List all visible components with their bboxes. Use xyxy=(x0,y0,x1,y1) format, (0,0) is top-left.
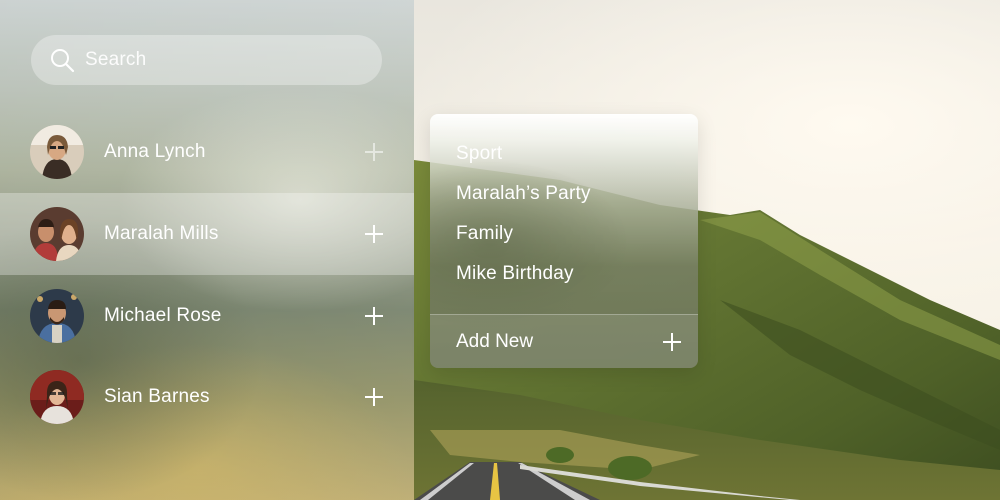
search-icon xyxy=(51,49,75,73)
contact-row-anna-lynch[interactable]: Anna Lynch xyxy=(0,111,414,193)
contact-row-maralah-mills[interactable]: Maralah Mills xyxy=(0,193,414,275)
menu-item-mike-birthday[interactable]: Mike Birthday xyxy=(430,254,698,294)
add-new-label: Add New xyxy=(456,330,534,352)
menu-item-family[interactable]: Family xyxy=(430,214,698,254)
plus-icon[interactable] xyxy=(364,306,384,326)
group-dropdown-menu: Sport Maralah’s Party Family Mike Birthd… xyxy=(430,114,698,368)
plus-icon[interactable] xyxy=(364,142,384,162)
search-bar[interactable]: Search xyxy=(31,35,382,85)
contact-name: Sian Barnes xyxy=(104,386,210,407)
search-input[interactable]: Search xyxy=(85,49,146,71)
avatar xyxy=(30,207,84,261)
avatar xyxy=(30,125,84,179)
plus-icon xyxy=(663,332,681,351)
contact-name: Maralah Mills xyxy=(104,223,219,244)
contact-name: Michael Rose xyxy=(104,305,222,326)
plus-icon[interactable] xyxy=(364,387,384,407)
plus-icon[interactable] xyxy=(364,224,384,244)
avatar xyxy=(30,370,84,424)
menu-item-sport[interactable]: Sport xyxy=(430,134,698,174)
contact-name: Anna Lynch xyxy=(104,141,206,162)
menu-item-maralahs-party[interactable]: Maralah’s Party xyxy=(430,174,698,214)
add-new-button[interactable]: Add New xyxy=(430,315,698,368)
group-list: Sport Maralah’s Party Family Mike Birthd… xyxy=(430,114,698,294)
contact-row-sian-barnes[interactable]: Sian Barnes xyxy=(0,356,414,438)
avatar xyxy=(30,289,84,343)
contact-row-michael-rose[interactable]: Michael Rose xyxy=(0,275,414,357)
